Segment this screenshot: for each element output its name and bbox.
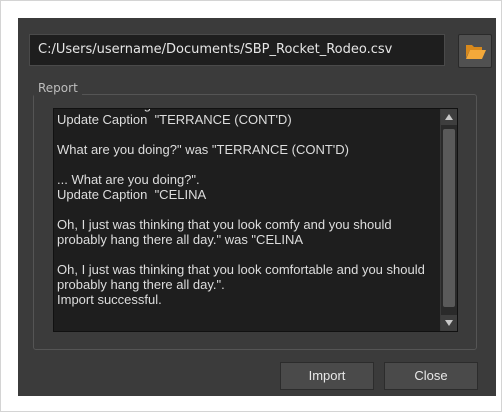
scroll-down-button[interactable]	[441, 315, 457, 331]
report-line: What are you doing?" was "TERRANCE (CONT…	[57, 142, 350, 157]
browse-button[interactable]	[458, 34, 492, 68]
vertical-scrollbar[interactable]	[440, 109, 457, 331]
window-frame: C:/Users/username/Documents/SBP_Rocket_R…	[0, 0, 502, 412]
report-line: ... What are you doing?".	[57, 172, 200, 187]
report-line: Oh, I just was thinking that you look co…	[57, 262, 429, 292]
report-line	[57, 202, 439, 217]
report-label: Report	[34, 80, 82, 96]
report-line	[57, 157, 439, 172]
report-line	[57, 247, 439, 262]
close-button[interactable]: Close	[384, 362, 478, 390]
report-textarea[interactable]: Are we hovering? "Update Caption "TERRAN…	[53, 108, 458, 332]
report-text: Are we hovering? "Update Caption "TERRAN…	[57, 109, 439, 307]
report-line: Oh, I just was thinking that you look co…	[57, 217, 396, 247]
report-line: Update Caption "CELINA	[57, 187, 207, 202]
file-path-field[interactable]: C:/Users/username/Documents/SBP_Rocket_R…	[29, 34, 445, 66]
folder-open-icon	[466, 45, 486, 59]
scroll-up-button[interactable]	[441, 109, 457, 125]
report-line: Import successful.	[57, 292, 162, 307]
import-dialog: C:/Users/username/Documents/SBP_Rocket_R…	[18, 18, 496, 396]
arrow-up-icon	[445, 114, 453, 120]
arrow-down-icon	[445, 320, 453, 326]
scroll-thumb[interactable]	[443, 129, 455, 307]
import-button[interactable]: Import	[280, 362, 374, 390]
report-line: Update Caption "TERRANCE (CONT'D)	[57, 112, 292, 127]
report-line	[57, 127, 439, 142]
